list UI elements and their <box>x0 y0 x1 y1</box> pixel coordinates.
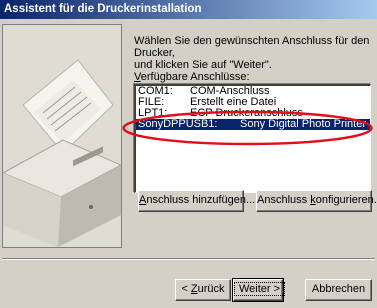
window-title: Assistent für die Druckerinstallation <box>4 3 202 15</box>
port-name: SonyDPPUSB1: <box>138 118 218 130</box>
cancel-button[interactable]: Abbrechen <box>305 279 372 301</box>
title-bar: Assistent für die Druckerinstallation <box>0 0 377 19</box>
configure-port-button[interactable]: Anschluss konfigurieren... <box>256 190 377 212</box>
instruction-text: Wählen Sie den gewünschten Anschluss für… <box>134 35 370 71</box>
next-button[interactable]: Weiter > <box>232 278 286 302</box>
ports-listbox[interactable]: COM1: COM-Anschluss FILE: Erstellt eine … <box>134 84 371 193</box>
available-ports-label: Verfügbare Anschlüsse: <box>134 71 250 83</box>
separator-line <box>2 258 375 260</box>
wizard-printer-illustration <box>2 24 122 248</box>
port-row-selected[interactable]: SonyDPPUSB1: Sony Digital Photo Printer <box>136 119 370 130</box>
add-port-button[interactable]: Anschluss hinzufügen... <box>138 190 255 212</box>
back-button[interactable]: < Zurück <box>175 279 231 301</box>
printer-illustration-icon <box>3 25 121 247</box>
port-description: Sony Digital Photo Printer <box>240 118 366 130</box>
